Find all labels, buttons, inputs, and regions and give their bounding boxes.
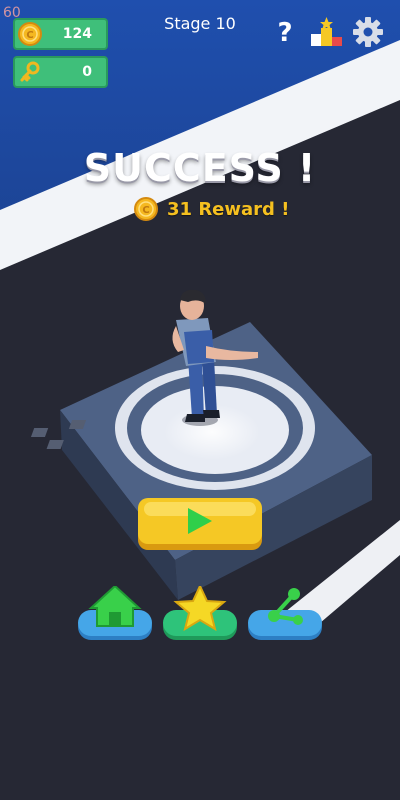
rate-button[interactable] — [163, 586, 237, 642]
svg-text:?: ? — [277, 18, 292, 46]
game-scene — [0, 0, 400, 800]
key-counter: 0 — [13, 56, 108, 88]
reward-line: C 31 Reward ! — [133, 196, 289, 222]
coin-icon: C — [134, 197, 158, 221]
podium-icon[interactable] — [310, 16, 344, 48]
reward-text: 31 Reward ! — [167, 198, 290, 220]
play-button[interactable] — [138, 498, 262, 550]
question-icon[interactable]: ? — [273, 16, 297, 46]
svg-text:C: C — [142, 205, 149, 216]
success-title: SUCCESS ! — [83, 146, 317, 190]
key-count: 0 — [82, 64, 92, 80]
gear-icon[interactable] — [352, 16, 384, 48]
home-icon — [88, 586, 142, 627]
key-icon — [20, 61, 40, 82]
share-button[interactable] — [248, 586, 322, 642]
home-button[interactable] — [78, 586, 152, 642]
share-icon — [268, 588, 303, 625]
